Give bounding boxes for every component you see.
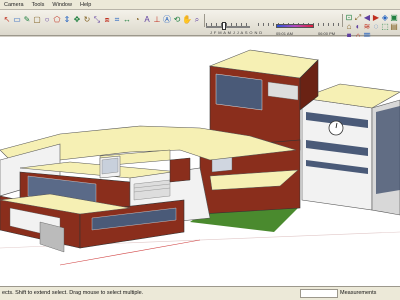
- shadow-time-end: 06:00 PM: [318, 31, 336, 36]
- move-icon[interactable]: ✥: [72, 15, 82, 25]
- menu-help[interactable]: Help: [76, 0, 95, 10]
- 3d-text-icon[interactable]: Ⓐ: [162, 15, 172, 25]
- shadow-date-track: [206, 26, 250, 28]
- orbit-icon[interactable]: ⟲: [172, 15, 182, 25]
- shadow-date-handle[interactable]: [222, 22, 227, 30]
- push-pull-icon[interactable]: ⇕: [62, 15, 72, 25]
- text-icon[interactable]: A: [142, 15, 152, 25]
- center-brick-pier: [169, 157, 191, 183]
- eraser-icon[interactable]: ▭: [12, 15, 22, 25]
- shadow-month-labels: J F M A M J J A S O N D: [210, 30, 263, 35]
- circle-icon[interactable]: ○: [42, 15, 52, 25]
- model-viewport[interactable]: [0, 37, 400, 286]
- axes-icon[interactable]: ⊥: [152, 15, 162, 25]
- menu-bar: Camera Tools Window Help: [0, 0, 400, 10]
- scale-icon[interactable]: ⤡: [92, 15, 102, 25]
- protractor-icon[interactable]: ◔: [132, 15, 142, 25]
- measurements-input[interactable]: [300, 289, 338, 298]
- measurements-label: Measurements: [340, 290, 377, 296]
- menu-tools[interactable]: Tools: [28, 0, 49, 10]
- zoom-icon[interactable]: ⌕: [192, 15, 202, 25]
- tape-measure-icon[interactable]: ⌗: [112, 15, 122, 25]
- select-icon[interactable]: ↖: [2, 15, 12, 25]
- rotate-icon[interactable]: ↻: [82, 15, 92, 25]
- rectangle-icon[interactable]: ▢: [32, 15, 42, 25]
- tower-side-glass: [376, 106, 400, 194]
- menu-window[interactable]: Window: [48, 0, 76, 10]
- shadow-time-start: 05:01 AM: [276, 31, 293, 36]
- dimension-icon[interactable]: ↔: [122, 15, 132, 25]
- offset-icon[interactable]: ⧈: [102, 15, 112, 25]
- cube-window: [101, 157, 119, 175]
- menu-camera[interactable]: Camera: [0, 0, 28, 10]
- pan-icon[interactable]: ✋: [182, 15, 192, 25]
- brick-tower-windows: [215, 73, 263, 111]
- polygon-icon[interactable]: ⬠: [52, 15, 62, 25]
- building-model[interactable]: [0, 37, 400, 286]
- toolbar-separator: [204, 14, 205, 27]
- status-bar: ects. Shift to extend select. Drag mouse…: [0, 286, 400, 300]
- shadow-time-range: [276, 24, 314, 28]
- shadow-date-slider[interactable]: [206, 23, 250, 29]
- status-message: ects. Shift to extend select. Drag mouse…: [2, 290, 144, 296]
- toolbar: J F M A M J J A S O N D 05:01 AM 06:00 P…: [0, 10, 400, 40]
- toolbar-separator: [342, 14, 343, 27]
- pencil-icon[interactable]: ✎: [22, 15, 32, 25]
- hidden-line-icon[interactable]: ▤: [389, 22, 399, 32]
